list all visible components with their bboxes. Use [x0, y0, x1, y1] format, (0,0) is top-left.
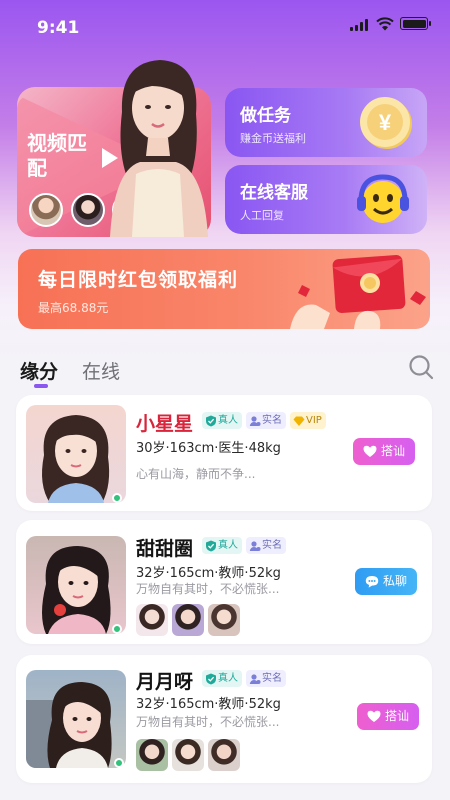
- red-envelope-icon: [290, 255, 426, 329]
- coin-icon: ¥: [360, 97, 412, 149]
- private-chat-button-label: 私聊: [383, 574, 408, 588]
- profile-name: 小星星: [136, 413, 194, 435]
- profile-card[interactable]: 月月呀 真人 实名 32岁·165cm·教师·52kg 万物自有其时，不必慌张.…: [16, 655, 432, 783]
- badge-label: 真人: [218, 540, 238, 551]
- heart-icon: [367, 710, 381, 722]
- heart-icon: [363, 445, 377, 457]
- status-time: 9:41: [37, 18, 80, 38]
- tab-fate[interactable]: 缘分: [20, 357, 58, 384]
- headset-smiley-icon: [357, 174, 409, 223]
- photo-thumbnail[interactable]: [172, 604, 204, 636]
- verified-shield-icon: [206, 540, 216, 551]
- badge-label: 实名: [262, 673, 282, 684]
- badge-label: 实名: [262, 540, 282, 551]
- red-packet-banner[interactable]: 每日限时红包领取福利 最高68.88元: [18, 249, 430, 329]
- wifi-icon: [376, 17, 394, 31]
- profile-card[interactable]: 小星星 真人 实名 VIP 30岁·163cm·医生·48kg 心有山海，静而不…: [16, 395, 432, 511]
- photo-thumbnails: [136, 604, 240, 636]
- greet-button-label: 搭讪: [381, 444, 406, 458]
- task-subtitle: 赚金币送福利: [240, 132, 306, 145]
- online-indicator: [114, 758, 124, 768]
- video-match-title: 视频匹配: [27, 131, 87, 180]
- private-chat-button[interactable]: 私聊: [355, 568, 417, 595]
- signal-icon: [350, 19, 370, 31]
- profile-info: 32岁·165cm·教师·52kg: [136, 697, 281, 712]
- banner-subtitle: 最高68.88元: [38, 301, 109, 315]
- avatar[interactable]: [29, 193, 63, 227]
- online-indicator: [112, 624, 122, 634]
- online-indicator: [112, 493, 122, 503]
- featured-girl-image: [110, 60, 208, 237]
- verified-shield-icon: [206, 415, 216, 426]
- profile-photo[interactable]: [26, 670, 126, 768]
- profile-bio: 万物自有其时，不必慌张...: [136, 582, 280, 596]
- badge-label: 真人: [218, 673, 238, 684]
- chat-bubble-icon: [365, 576, 379, 588]
- task-card[interactable]: 做任务 赚金币送福利 ¥: [225, 88, 427, 157]
- profile-card[interactable]: 甜甜圈 真人 实名 32岁·165cm·教师·52kg 万物自有其时，不必慌张.…: [16, 520, 432, 644]
- real-name-badge: 实名: [246, 537, 286, 554]
- greet-button[interactable]: 搭讪: [357, 703, 419, 730]
- greet-button-label: 搭讪: [385, 709, 410, 723]
- profile-bio: 心有山海，静而不争...: [136, 467, 256, 481]
- service-title: 在线客服: [240, 183, 308, 203]
- profile-photo[interactable]: [26, 536, 126, 634]
- real-name-badge: 实名: [246, 670, 286, 687]
- status-bar: 9:41: [0, 0, 450, 50]
- real-person-badge: 真人: [202, 412, 242, 429]
- diamond-icon: [293, 416, 305, 426]
- photo-thumbnail[interactable]: [136, 604, 168, 636]
- battery-icon: [400, 17, 431, 30]
- verified-shield-icon: [206, 673, 216, 684]
- photo-thumbnail[interactable]: [208, 739, 240, 771]
- tab-online[interactable]: 在线: [82, 357, 120, 384]
- profile-info: 30岁·163cm·医生·48kg: [136, 441, 281, 456]
- task-title: 做任务: [240, 106, 291, 126]
- photo-thumbnails: [136, 739, 240, 771]
- real-name-badge: 实名: [246, 412, 286, 429]
- photo-thumbnail[interactable]: [136, 739, 168, 771]
- active-tab-indicator: [34, 384, 48, 388]
- banner-title: 每日限时红包领取福利: [38, 269, 239, 291]
- user-icon: [249, 540, 261, 551]
- photo-thumbnail[interactable]: [172, 739, 204, 771]
- badge-label: 真人: [218, 415, 238, 426]
- search-icon[interactable]: [408, 354, 434, 380]
- photo-thumbnail[interactable]: [208, 604, 240, 636]
- customer-service-card[interactable]: 在线客服 人工回复: [225, 165, 427, 234]
- user-icon: [249, 415, 261, 426]
- profile-photo[interactable]: [26, 405, 126, 503]
- profile-info: 32岁·165cm·教师·52kg: [136, 566, 281, 581]
- greet-button[interactable]: 搭讪: [353, 438, 415, 465]
- service-subtitle: 人工回复: [240, 209, 284, 222]
- badge-label: VIP: [306, 415, 322, 426]
- real-person-badge: 真人: [202, 670, 242, 687]
- profile-name: 月月呀: [136, 671, 194, 693]
- profile-bio: 万物自有其时，不必慌张...: [136, 715, 280, 729]
- vip-badge: VIP: [290, 412, 326, 429]
- badge-label: 实名: [262, 415, 282, 426]
- profile-name: 甜甜圈: [136, 538, 194, 560]
- user-icon: [249, 673, 261, 684]
- real-person-badge: 真人: [202, 537, 242, 554]
- svg-text:¥: ¥: [379, 110, 392, 135]
